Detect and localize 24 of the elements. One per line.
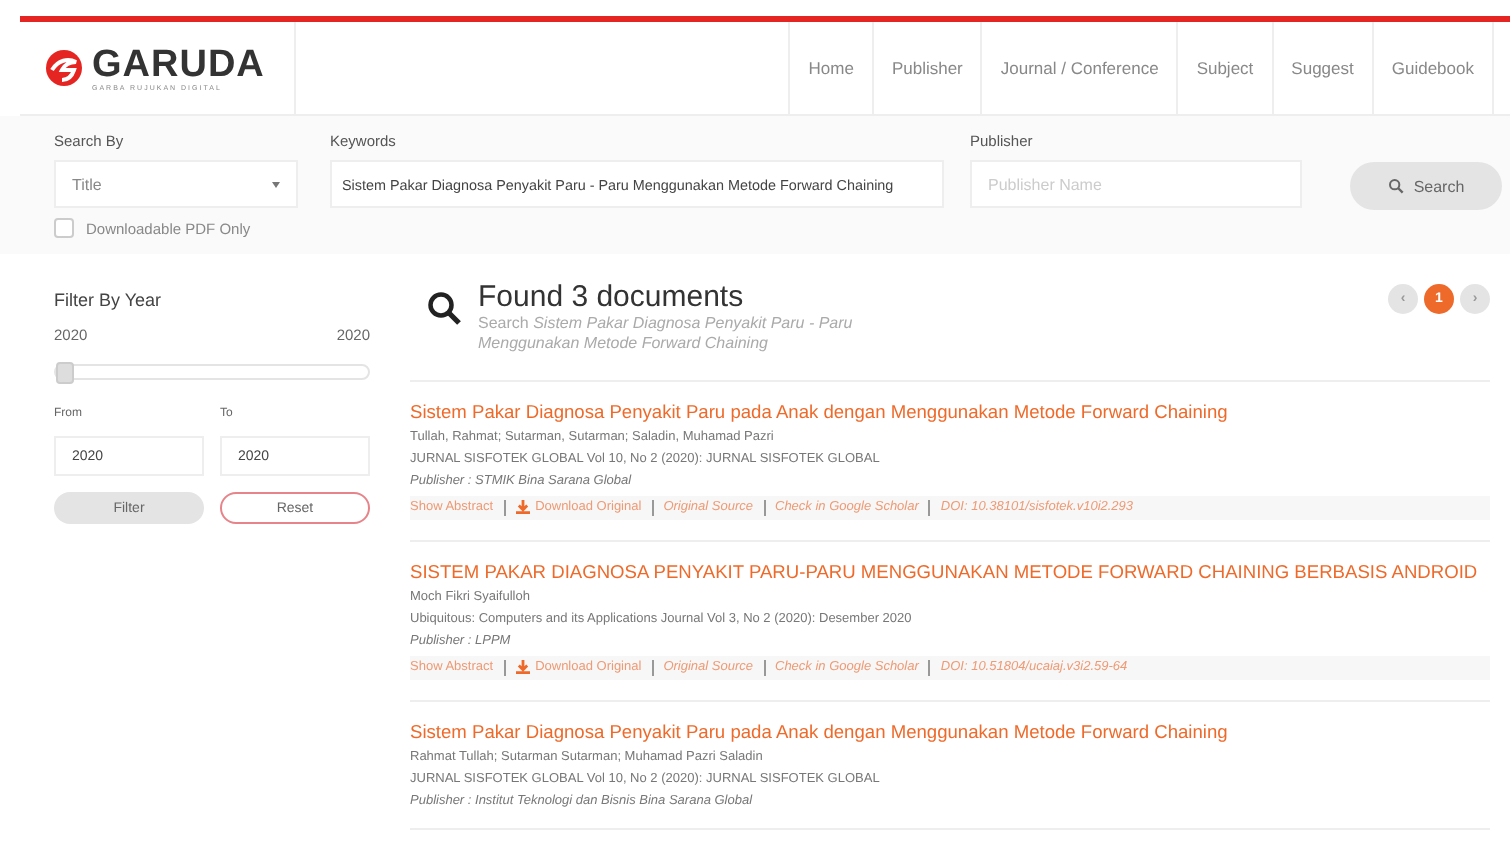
search-button[interactable]: Search (1350, 162, 1502, 210)
nav-link[interactable]: Home (788, 22, 872, 114)
search-icon (1387, 178, 1404, 194)
nav-link[interactable]: Subject (1176, 22, 1272, 114)
document-title[interactable]: SISTEM PAKAR DIAGNOSA PENYAKIT PARU-PARU MENGGUNAKAN METODE FORWARD CHAINING BERBASIS ANDROID (410, 561, 1490, 582)
search-icon (426, 290, 462, 326)
nav-link[interactable]: Journal / Conference (980, 22, 1177, 114)
search-by-select[interactable]: Title (54, 160, 298, 208)
results-heading: Found 3 documents (478, 280, 746, 314)
nav-link[interactable]: Guidebook (1371, 22, 1494, 114)
document-title[interactable]: Sistem Pakar Diagnosa Penyakit Paru pada Anak dengan Menggunakan Metode Forward Chaining (410, 721, 1490, 742)
download-icon (515, 660, 530, 675)
bird-logo-icon (44, 48, 84, 88)
slider-thumb[interactable] (56, 362, 74, 384)
caret-icon (272, 181, 280, 187)
nav-link[interactable]: Suggest (1271, 22, 1372, 114)
document-title[interactable]: Sistem Pakar Diagnosa Penyakit Paru pada Anak dengan Menggunakan Metode Forward Chaining (410, 401, 1490, 422)
search-query: Search Sistem Pakar Diagnosa Penyakit Paru - Paru Menggunakan Metode Forward Chaining (478, 314, 855, 356)
filter-title: Filter By Year (54, 290, 164, 310)
checkbox[interactable] (54, 218, 74, 238)
download-icon (515, 500, 530, 515)
nav-link[interactable]: Publisher (871, 22, 981, 114)
year-slider[interactable] (54, 364, 370, 380)
brand-name: GARUDA (92, 45, 265, 83)
